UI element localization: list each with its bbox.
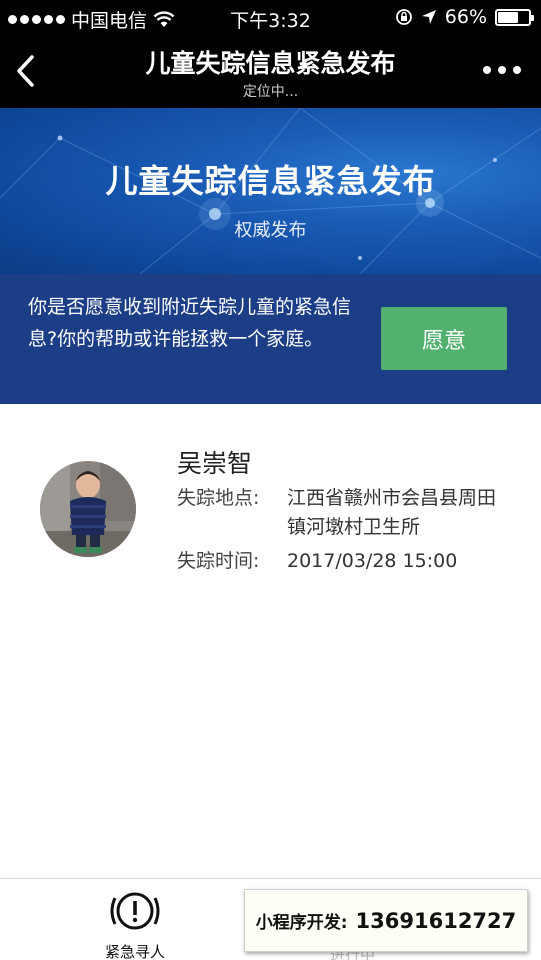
battery-icon bbox=[495, 8, 534, 26]
developer-contact-overlay: 小程序开发: 13691612727 bbox=[244, 889, 528, 952]
more-dot-icon bbox=[513, 66, 521, 74]
location-arrow-icon bbox=[421, 10, 436, 24]
time-label: 失踪时间: bbox=[177, 550, 260, 572]
battery-percent: 66% bbox=[444, 6, 487, 28]
prompt-text: 你是否愿意收到附近失踪儿童的紧急信息?你的帮助或许能拯救一个家庭。 bbox=[28, 296, 352, 350]
tab-emergency-search[interactable]: 紧急寻人 bbox=[78, 889, 192, 960]
banner-subtitle: 权威发布 bbox=[234, 220, 307, 241]
location-value: 江西省赣州市会昌县周田镇河墩村卫生所 bbox=[287, 487, 497, 538]
child-name: 吴崇智 bbox=[177, 449, 253, 478]
more-dot-icon bbox=[483, 66, 491, 74]
nav-title: 儿童失踪信息紧急发布 bbox=[145, 49, 396, 78]
battery-fill bbox=[498, 11, 518, 23]
agree-button[interactable]: 愿意 bbox=[381, 307, 507, 370]
nav-subtitle: 定位中... bbox=[242, 84, 299, 100]
more-dot-icon bbox=[498, 66, 506, 74]
location-label: 失踪地点: bbox=[177, 487, 260, 509]
nav-bar: 儿童失踪信息紧急发布 定位中... bbox=[0, 36, 541, 108]
location-row: 失踪地点: 江西省赣州市会昌县周田镇河墩村卫生所 bbox=[177, 484, 497, 542]
signal-strength-icon bbox=[8, 15, 65, 24]
status-right: 66% bbox=[395, 6, 534, 28]
overlay-phone: 13691612727 bbox=[355, 908, 517, 933]
child-photo bbox=[40, 461, 136, 557]
missing-child-card[interactable]: 吴崇智 失踪地点: 江西省赣州市会昌县周田镇河墩村卫生所 失踪时间: 2017/… bbox=[0, 404, 541, 604]
alert-circle-icon bbox=[110, 892, 160, 930]
rotation-lock-icon bbox=[395, 9, 412, 25]
status-left: 中国电信 bbox=[8, 6, 175, 33]
time-value: 2017/03/28 15:00 bbox=[287, 550, 458, 572]
avatar bbox=[40, 461, 136, 557]
more-button[interactable] bbox=[483, 66, 521, 74]
hero-banner: 儿童失踪信息紧急发布 权威发布 bbox=[0, 108, 541, 274]
status-bar: 中国电信 下午3:32 66% bbox=[0, 0, 541, 36]
overlay-label: 小程序开发: bbox=[255, 913, 348, 933]
wifi-icon bbox=[153, 11, 175, 27]
time-row: 失踪时间: 2017/03/28 15:00 bbox=[177, 547, 497, 576]
banner-title: 儿童失踪信息紧急发布 bbox=[105, 162, 436, 200]
carrier: 中国电信 bbox=[71, 10, 148, 32]
tab-label: 紧急寻人 bbox=[104, 943, 165, 960]
